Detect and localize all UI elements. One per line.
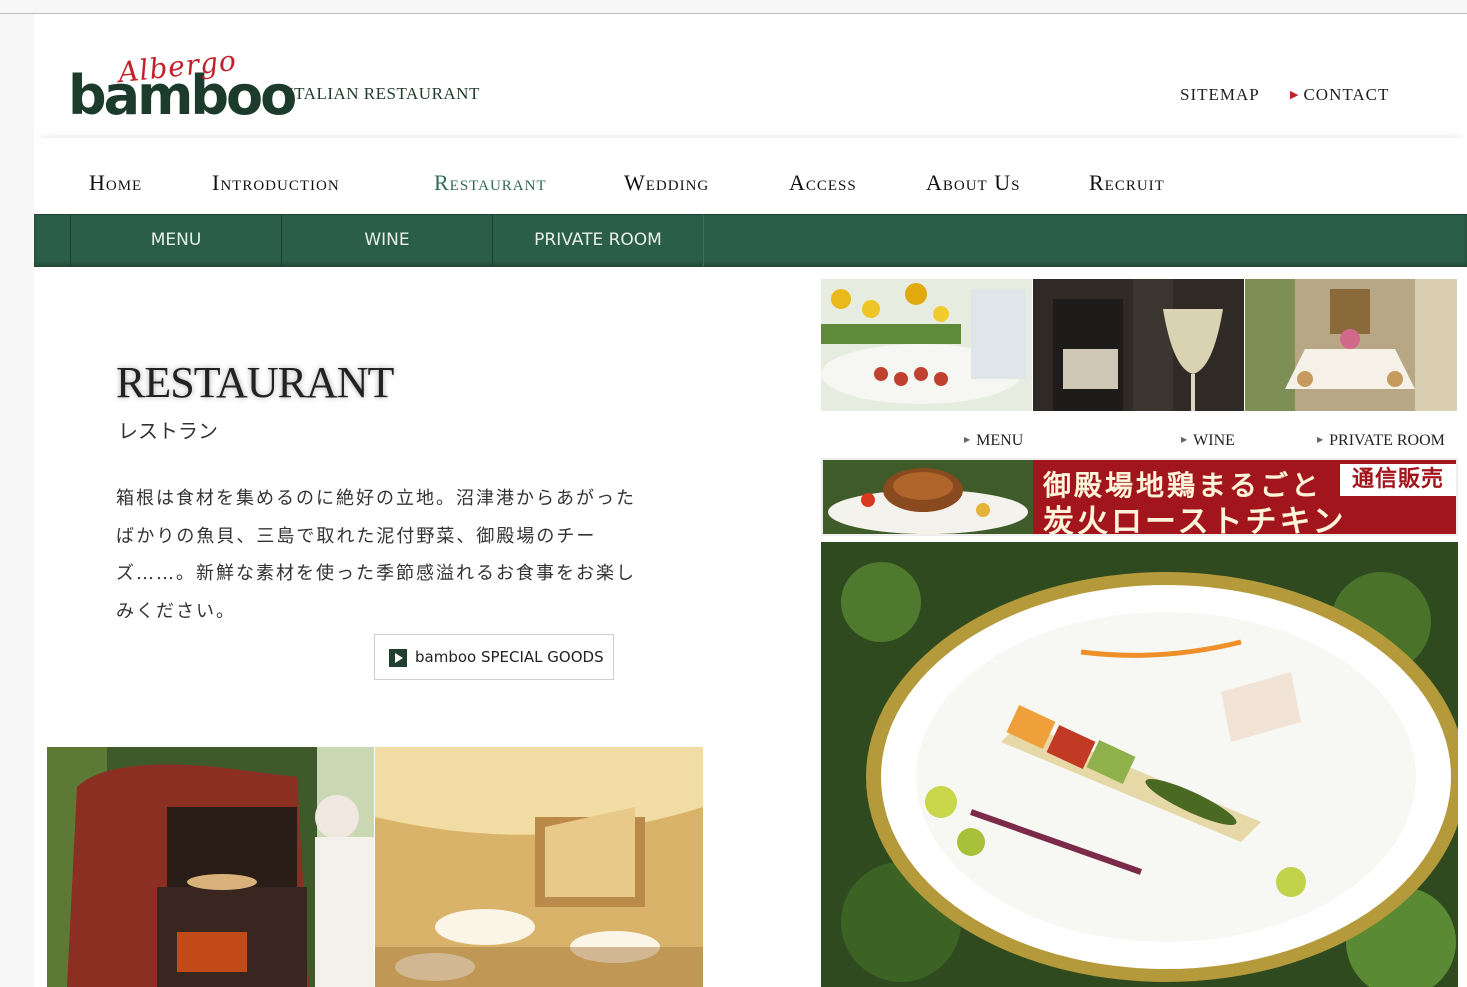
special-goods-button[interactable]: bamboo SPECIAL GOODS: [374, 634, 614, 680]
banner-line-2: 炭火ローストチキン: [1043, 504, 1347, 536]
site-logo[interactable]: bamboo Albergo: [68, 44, 297, 128]
play-icon: [389, 649, 407, 667]
triangle-right-icon: ▶: [1317, 435, 1324, 444]
subnav-item-menu[interactable]: MENU: [70, 215, 282, 267]
triangle-right-icon: ▶: [1181, 435, 1188, 444]
nav-item-recruit[interactable]: Recruit: [1089, 170, 1165, 196]
menu-thumbnail-label: MENU: [976, 432, 1024, 449]
private-room-thumbnail-link[interactable]: ▶ PRIVATE ROOM: [1317, 432, 1445, 450]
pizza-oven-photo: [47, 747, 374, 987]
page-title-japanese: レストラン: [118, 419, 218, 443]
nav-item-home[interactable]: Home: [89, 170, 142, 196]
nav-item-restaurant[interactable]: Restaurant: [434, 170, 547, 196]
menu-thumbnail-link[interactable]: ▶ MENU: [964, 432, 1023, 450]
wine-thumbnail[interactable]: [1033, 279, 1244, 411]
contact-link[interactable]: ▶ CONTACT: [1290, 85, 1389, 105]
page-title: RESTAURANT: [116, 358, 394, 407]
sub-navigation: MENU WINE PRIVATE ROOM: [34, 214, 1467, 267]
intro-paragraph: 箱根は食材を集めるのに絶好の立地。沼津港からあがったばかりの魚貝、三島で取れた泥…: [116, 488, 636, 622]
page-container: bamboo Albergo ITALIAN RESTAURANT SITEMA…: [34, 14, 1467, 987]
site-tagline: ITALIAN RESTAURANT: [288, 84, 480, 103]
subnav-item-wine[interactable]: WINE: [281, 215, 493, 267]
private-room-thumbnail-label: PRIVATE ROOM: [1329, 432, 1445, 449]
menu-thumbnail[interactable]: [821, 279, 1032, 411]
nav-item-wedding[interactable]: Wedding: [624, 170, 709, 196]
arrow-right-icon: ▶: [1290, 89, 1300, 101]
sitemap-link[interactable]: SITEMAP: [1180, 85, 1260, 105]
private-room-thumbnail[interactable]: [1245, 279, 1457, 411]
nav-item-introduction[interactable]: Introduction: [212, 170, 340, 196]
mail-order-badge: 通信販売: [1340, 464, 1456, 496]
roast-chicken-image: [823, 460, 1033, 534]
featured-dish-photo: [821, 542, 1458, 987]
wine-thumbnail-label: WINE: [1193, 432, 1235, 449]
subnav-item-private-room[interactable]: PRIVATE ROOM: [492, 215, 704, 267]
nav-item-access[interactable]: Access: [789, 170, 857, 196]
special-goods-label: bamboo SPECIAL GOODS: [415, 648, 604, 666]
main-navigation: Home Introduction Restaurant Wedding Acc…: [34, 138, 1467, 214]
nav-item-about-us[interactable]: About Us: [926, 170, 1020, 196]
roast-chicken-banner[interactable]: 御殿場地鶏まるごと 炭火ローストチキン 通信販売: [821, 458, 1458, 536]
contact-label: CONTACT: [1303, 85, 1390, 104]
dining-hall-photo: [375, 747, 703, 987]
wine-thumbnail-link[interactable]: ▶ WINE: [1181, 432, 1235, 450]
triangle-right-icon: ▶: [964, 435, 971, 444]
